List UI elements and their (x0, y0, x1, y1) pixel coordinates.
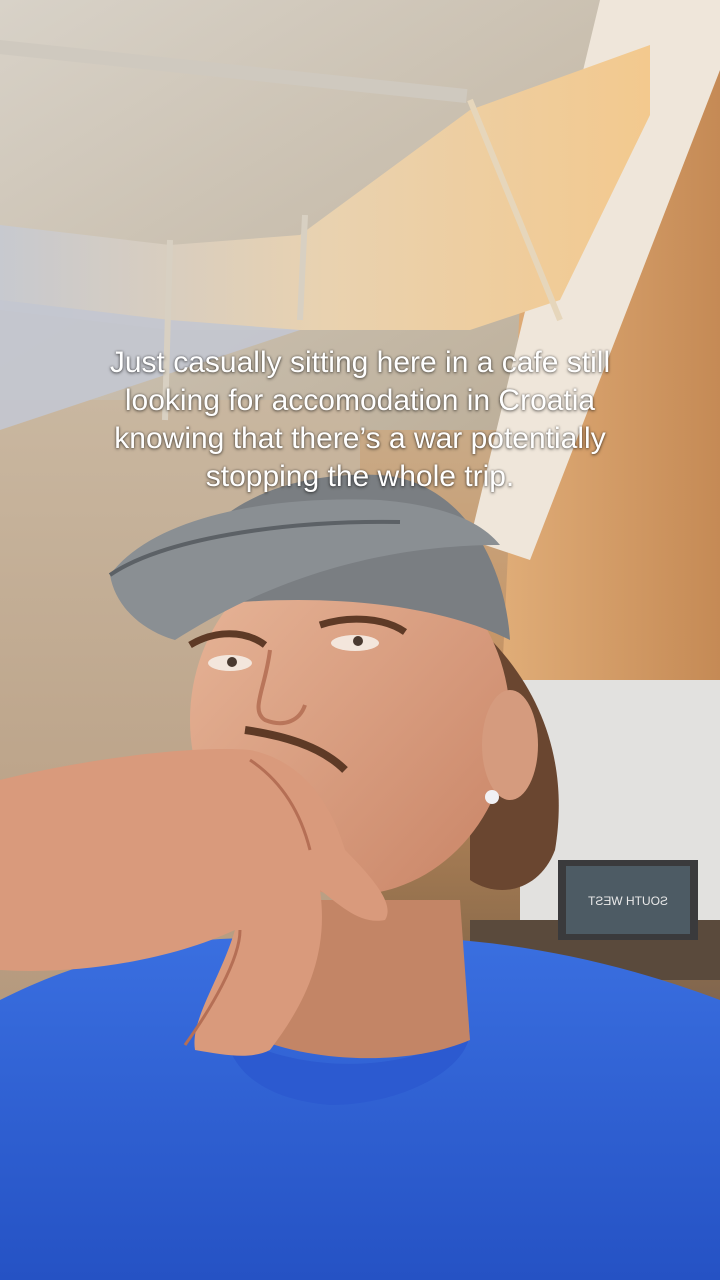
caption-line-2: looking for accomodation in Croatia (124, 384, 596, 417)
video-caption: Just casually sitting here in a cafe sti… (60, 344, 660, 496)
caption-line-1: Just casually sitting here in a cafe sti… (109, 346, 611, 379)
cafe-scene-photo: SOUTH WEST (0, 0, 720, 1280)
caption-line-4: stopping the whole trip. (205, 460, 515, 493)
caption-line-3: knowing that there’s a war potentially (114, 422, 606, 455)
poster-label: SOUTH WEST (587, 894, 668, 908)
video-frame: SOUTH WEST Just casually sitting here in… (0, 0, 720, 1280)
